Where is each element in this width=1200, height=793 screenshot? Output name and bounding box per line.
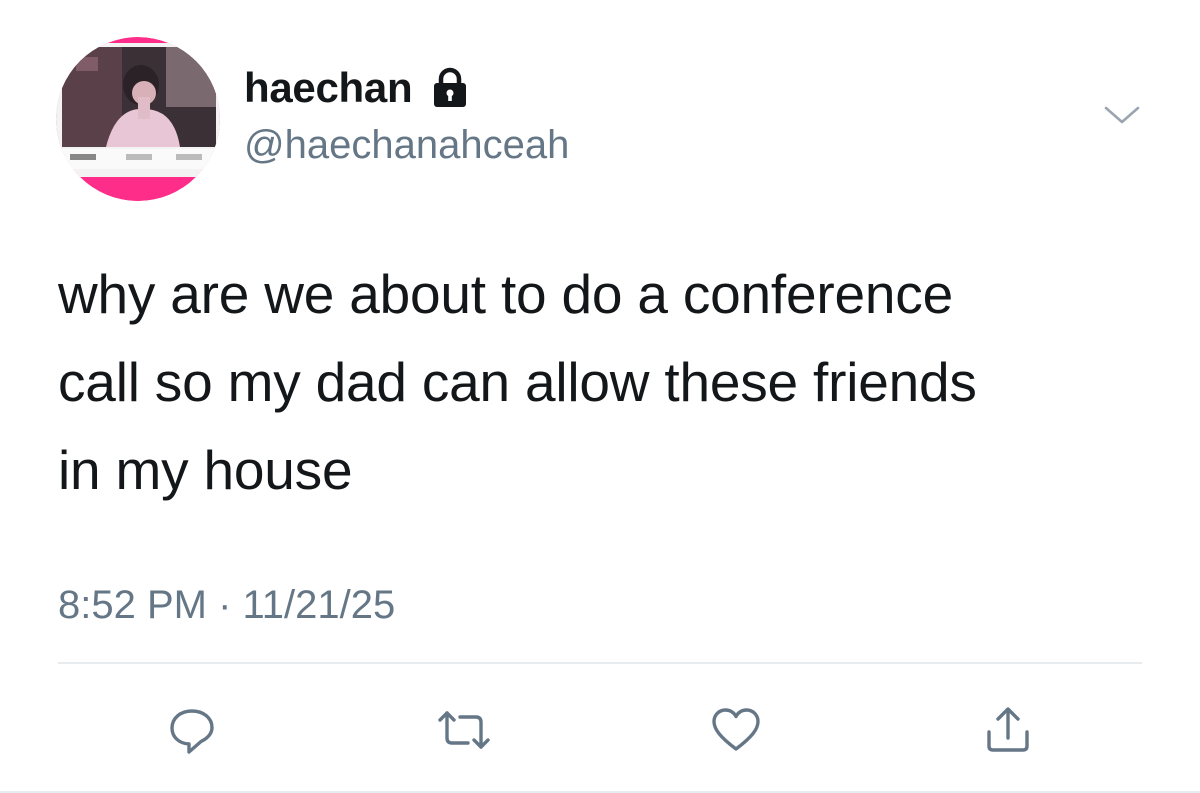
share-icon: [987, 707, 1029, 752]
avatar[interactable]: [56, 37, 220, 201]
retweet-icon: [438, 711, 490, 749]
avatar-image: [56, 37, 220, 201]
heart-icon: [712, 708, 760, 751]
tweet-text: why are we about to do a conference call…: [58, 263, 977, 501]
like-button[interactable]: [696, 690, 776, 770]
action-bar: [0, 690, 1200, 770]
reply-icon: [170, 709, 214, 754]
tweet-card: haechan @haechanahceah why are we about …: [0, 0, 1200, 793]
lock-icon: [430, 66, 470, 110]
chevron-down-icon[interactable]: [1102, 100, 1142, 130]
share-button[interactable]: [968, 690, 1048, 770]
author-handle[interactable]: @haechanahceah: [244, 120, 569, 170]
display-name[interactable]: haechan: [244, 62, 413, 114]
reply-button[interactable]: [152, 690, 232, 770]
author-header: haechan: [244, 62, 470, 114]
tweet-timestamp[interactable]: 8:52 PM · 11/21/25: [58, 577, 395, 633]
divider: [58, 662, 1142, 664]
retweet-button[interactable]: [424, 690, 504, 770]
